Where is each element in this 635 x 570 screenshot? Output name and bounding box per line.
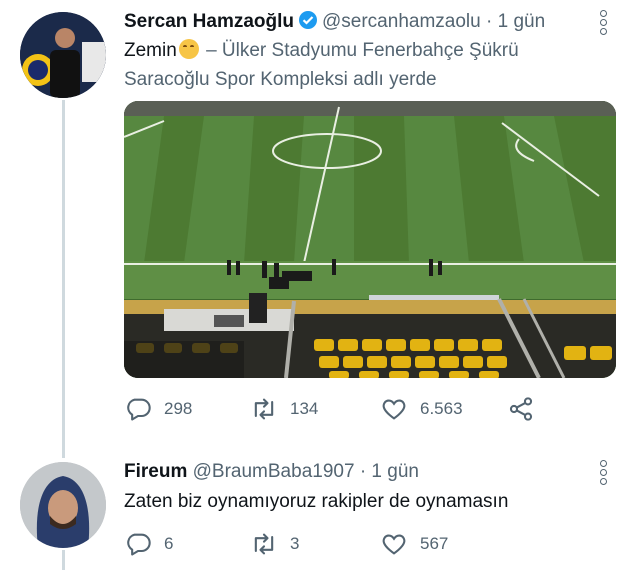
reply-icon	[127, 533, 151, 556]
heart-icon	[382, 534, 406, 555]
author-handle[interactable]: @sercanhamzaolu	[322, 11, 481, 32]
timestamp[interactable]: 1 gün	[498, 11, 546, 32]
reply-header: Fireum @BraumBaba1907 · 1 gün	[124, 461, 419, 483]
share-button[interactable]	[507, 395, 547, 423]
like-button[interactable]: 567	[380, 530, 448, 558]
like-button[interactable]: 6.563	[380, 395, 463, 423]
reply-avatar[interactable]	[20, 462, 106, 548]
thread-connector-line	[62, 100, 65, 458]
retweet-count: 3	[290, 534, 300, 553]
reply-author-handle[interactable]: @BraumBaba1907	[193, 461, 355, 482]
reply-timestamp[interactable]: 1 gün	[371, 461, 419, 482]
reply-count: 298	[164, 399, 193, 418]
tweet-actions: 298 134 6.563	[124, 395, 544, 425]
avatar-image	[20, 12, 106, 98]
thread-connector-line-bottom	[62, 550, 65, 570]
more-options-icon[interactable]	[600, 10, 607, 37]
retweet-icon	[254, 533, 274, 555]
retweet-button[interactable]: 3	[250, 530, 299, 558]
retweet-count: 134	[290, 399, 319, 418]
avatar[interactable]	[20, 12, 106, 98]
heart-icon	[382, 399, 406, 420]
tweet-text-word: Zemin	[124, 40, 177, 61]
verified-badge-icon	[298, 10, 318, 36]
reply-button[interactable]: 6	[124, 530, 173, 558]
author-name[interactable]: Sercan Hamzaoğlu	[124, 11, 294, 32]
reply-icon	[127, 398, 151, 421]
tweet-header: Sercan Hamzaoğlu @sercanhamzaolu · 1 gün	[124, 10, 545, 36]
like-count: 567	[420, 534, 449, 553]
tweet-text: Zemin – Ülker Stadyumu Fenerbahçe Şükrü …	[124, 36, 594, 94]
more-options-icon[interactable]	[600, 460, 607, 487]
separator-dot: ·	[485, 11, 493, 32]
relieved-face-emoji	[178, 39, 199, 59]
like-count: 6.563	[420, 399, 463, 418]
share-icon	[509, 397, 533, 421]
separator-dot: ·	[359, 461, 367, 482]
retweet-icon	[254, 398, 274, 420]
reply-actions: 6 3 567	[124, 530, 544, 560]
reply-button[interactable]: 298	[124, 395, 192, 423]
reply-author-name[interactable]: Fireum	[124, 461, 187, 482]
reply-avatar-image	[20, 462, 106, 548]
reply-text: Zaten biz oynamıyoruz rakipler de oynama…	[124, 491, 509, 512]
tweet-photo[interactable]	[124, 101, 616, 378]
reply-count: 6	[164, 534, 174, 553]
retweet-button[interactable]: 134	[250, 395, 318, 423]
stadium-photo	[124, 101, 616, 378]
